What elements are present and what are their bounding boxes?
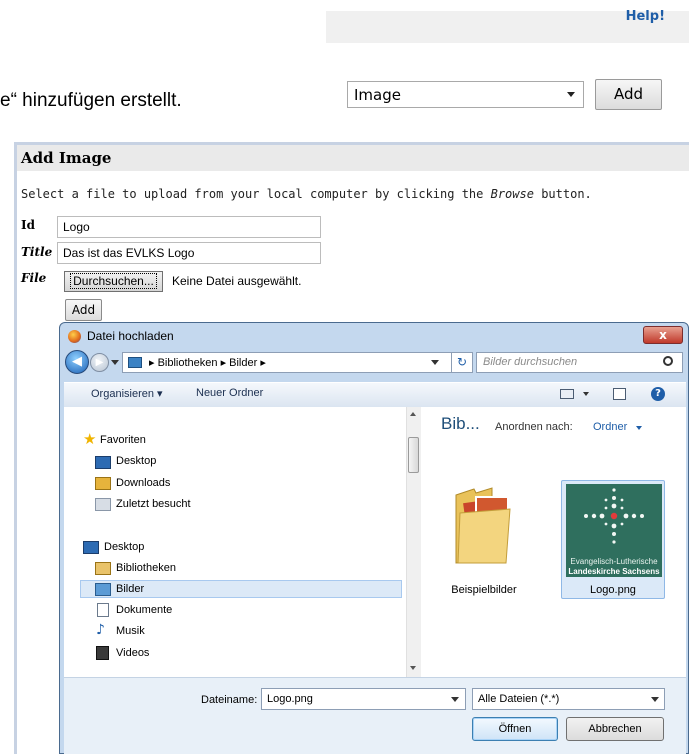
browse-button[interactable]: Durchsuchen... — [64, 271, 163, 292]
filename-label: Dateiname: — [201, 694, 258, 706]
preview-pane-icon[interactable] — [613, 388, 626, 400]
panel-header — [17, 145, 689, 171]
forward-arrow-icon[interactable]: ▶ — [90, 353, 109, 372]
nav-item-documents[interactable]: Dokumente — [116, 604, 172, 616]
nav-item-desktop[interactable]: Desktop — [116, 455, 156, 467]
sort-label: Anordnen nach: — [495, 421, 573, 433]
search-icon[interactable] — [663, 356, 673, 366]
nav-item-recent[interactable]: Zuletzt besucht — [116, 498, 191, 510]
chevron-down-icon[interactable] — [451, 697, 459, 702]
id-field[interactable]: Logo — [57, 216, 321, 238]
view-icon[interactable] — [560, 389, 574, 399]
new-folder-button[interactable]: Neuer Ordner — [196, 387, 263, 399]
libraries-icon — [95, 562, 111, 575]
desc-text: button. — [533, 187, 592, 201]
downloads-icon — [95, 477, 111, 490]
desktop-icon — [95, 456, 111, 469]
no-file-text: Keine Datei ausgewählt. — [172, 274, 302, 288]
nav-item-downloads[interactable]: Downloads — [116, 477, 170, 489]
browse-label: Durchsuchen... — [70, 273, 157, 289]
add-element-button[interactable]: Add — [595, 79, 662, 110]
filename-input[interactable]: Logo.png — [261, 688, 466, 710]
address-dropdown-icon[interactable] — [431, 360, 439, 365]
library-title: Bib... — [441, 414, 480, 433]
scroll-up-icon[interactable] — [410, 412, 416, 416]
logo-caption: Evangelisch-Lutherische — [570, 557, 658, 566]
music-icon: ♪ — [96, 622, 105, 638]
sort-dropdown[interactable]: Ordner — [593, 421, 627, 433]
desktop-icon — [83, 541, 99, 554]
pictures-icon — [95, 583, 111, 596]
filetype-select[interactable]: Alle Dateien (*.*) — [472, 688, 665, 710]
nav-item-desktop-root[interactable]: Desktop — [104, 541, 144, 553]
desc-emphasis: Browse — [490, 187, 534, 201]
desc-text: Select a file to upload from your local … — [21, 187, 491, 201]
recent-places-icon — [95, 498, 111, 511]
view-dropdown-icon[interactable] — [583, 392, 589, 396]
panel-description: Select a file to upload from your local … — [21, 187, 592, 201]
nav-item-music[interactable]: Musik — [116, 625, 145, 637]
organize-menu[interactable]: Organisieren ▾ — [91, 387, 163, 400]
panel-border — [14, 142, 17, 754]
help-icon[interactable]: ? — [651, 387, 665, 401]
star-icon: ★ — [83, 430, 97, 448]
nav-item-pictures[interactable]: Bilder — [116, 583, 144, 595]
id-label: Id — [21, 218, 36, 232]
documents-icon — [97, 603, 109, 617]
add-image-button[interactable]: Add — [65, 299, 102, 321]
dialog-title: Datei hochladen — [87, 329, 174, 343]
scrollbar-thumb[interactable] — [408, 437, 419, 473]
intro-text: e“ hinzufügen erstellt. — [0, 90, 182, 111]
file-label: File — [21, 271, 47, 285]
history-dropdown-icon[interactable] — [111, 360, 119, 365]
library-icon — [128, 357, 142, 368]
chevron-down-icon[interactable] — [651, 697, 659, 702]
close-button[interactable]: x — [643, 326, 683, 344]
search-input[interactable]: Bilder durchsuchen — [476, 352, 683, 373]
firefox-icon — [68, 330, 81, 343]
cancel-button[interactable]: Abbrechen — [566, 717, 664, 741]
folder-icon[interactable] — [452, 483, 514, 565]
scroll-down-icon[interactable] — [410, 666, 416, 670]
title-label: Title — [21, 245, 53, 259]
refresh-icon[interactable]: ↻ — [451, 352, 473, 373]
nav-item-favorites[interactable]: Favoriten — [100, 434, 146, 446]
videos-icon — [96, 646, 109, 660]
logo-caption: Landeskirche Sachsens — [568, 567, 660, 576]
chevron-down-icon[interactable] — [636, 426, 642, 430]
file-name[interactable]: Logo.png — [561, 584, 665, 596]
panel-title: Add Image — [21, 149, 112, 167]
chevron-down-icon — [567, 92, 575, 97]
address-breadcrumb[interactable]: ▸ Bibliotheken ▸ Bilder ▸ — [122, 352, 470, 373]
help-link[interactable]: Help! — [626, 9, 665, 24]
title-field[interactable]: Das ist das EVLKS Logo — [57, 242, 321, 264]
element-type-value: Image — [354, 86, 401, 104]
file-name[interactable]: Beispielbilder — [449, 584, 519, 596]
nav-item-videos[interactable]: Videos — [116, 647, 149, 659]
element-type-select[interactable]: Image — [347, 81, 584, 108]
back-arrow-icon[interactable]: ◀ — [65, 350, 89, 374]
nav-item-libraries[interactable]: Bibliotheken — [116, 562, 176, 574]
open-button[interactable]: Öffnen — [472, 717, 558, 741]
